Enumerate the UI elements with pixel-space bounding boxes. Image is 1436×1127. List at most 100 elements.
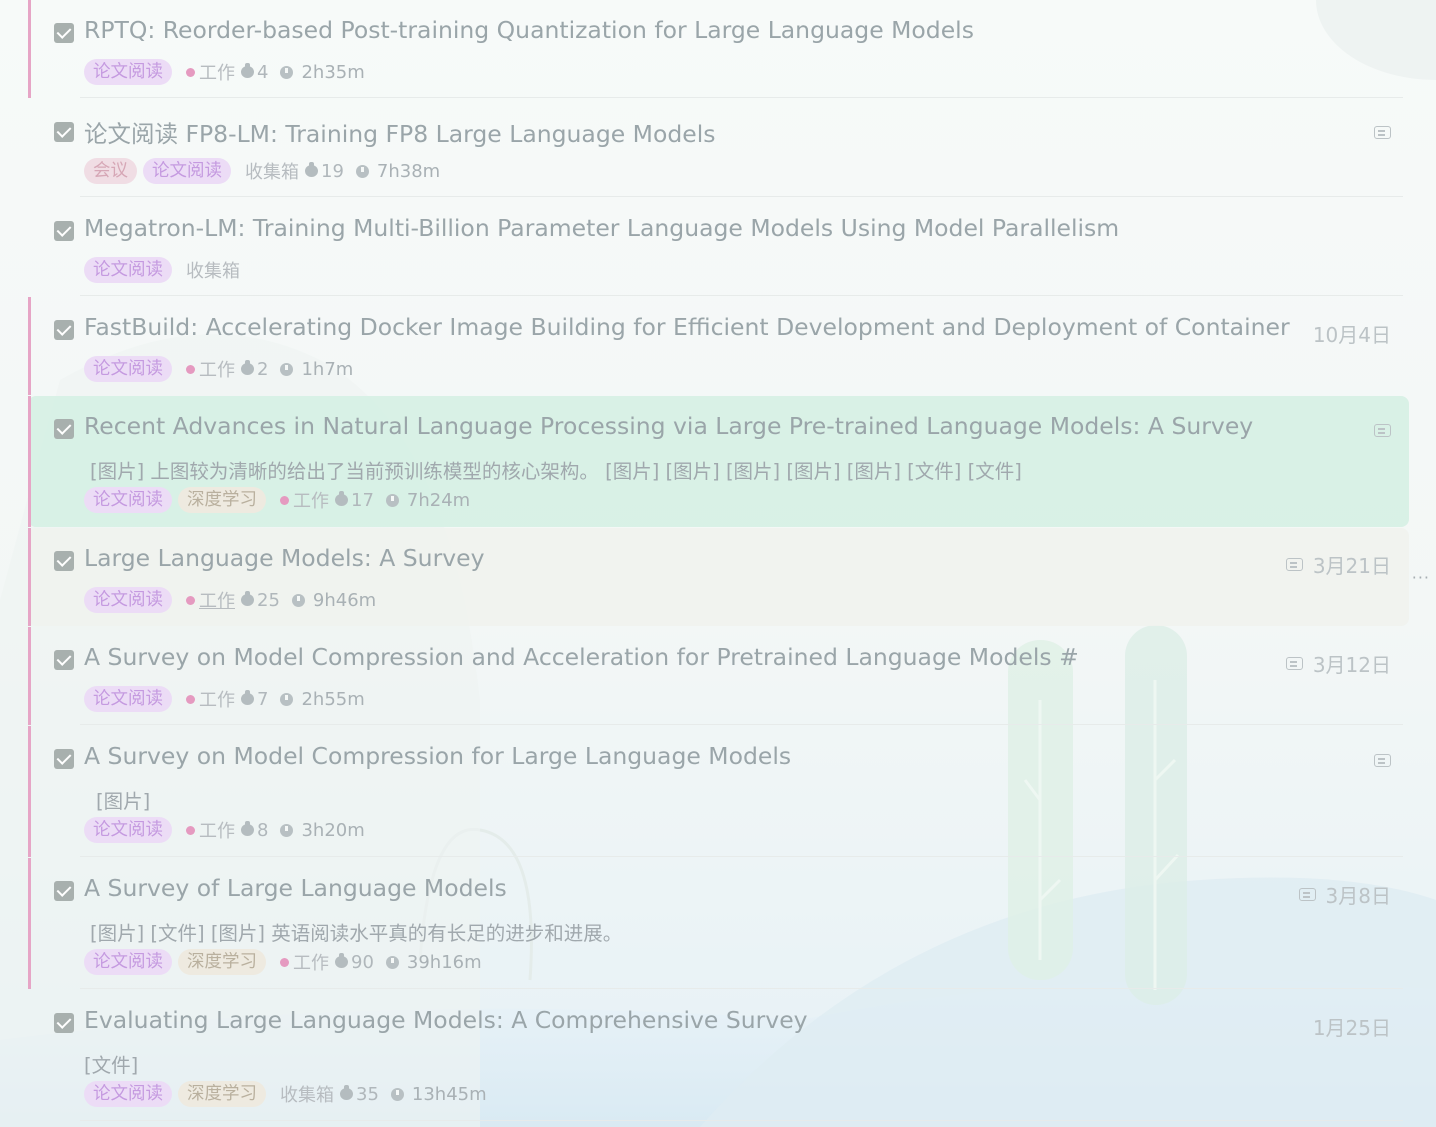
completed-checkbox[interactable]: [54, 1013, 74, 1033]
list-label[interactable]: 工作: [186, 686, 235, 712]
task-title[interactable]: RPTQ: Reorder-based Post-training Quanti…: [84, 16, 974, 44]
focus-duration: 9h46m: [312, 589, 377, 611]
completed-checkbox[interactable]: [54, 23, 74, 43]
list-label[interactable]: 工作: [186, 817, 235, 843]
divider: [80, 196, 1403, 197]
completed-checkbox[interactable]: [54, 749, 74, 769]
due-date[interactable]: 3月21日: [1313, 550, 1391, 579]
tag-chip[interactable]: 论文阅读: [84, 59, 172, 85]
list-label[interactable]: 工作: [186, 59, 235, 85]
task-item[interactable]: A Survey on Model Compression and Accele…: [28, 627, 1409, 725]
task-item[interactable]: RPTQ: Reorder-based Post-training Quanti…: [28, 0, 1409, 98]
task-note: [图片]: [96, 790, 151, 813]
tag-chip[interactable]: 论文阅读: [84, 686, 172, 712]
focus-duration: 7h38m: [376, 160, 441, 182]
list-color-dot: [280, 495, 289, 505]
due-date[interactable]: 10月4日: [1313, 319, 1391, 348]
list-color-dot: [280, 957, 289, 967]
due-date[interactable]: 1月25日: [1313, 1012, 1391, 1041]
task-title[interactable]: Megatron-LM: Training Multi-Billion Para…: [84, 214, 1119, 242]
tag-chip[interactable]: 论文阅读: [84, 1081, 172, 1107]
list-label[interactable]: 工作: [280, 487, 329, 513]
task-item[interactable]: 论文阅读 FP8-LM: Training FP8 Large Language…: [28, 99, 1409, 197]
task-item[interactable]: A Survey of Large Language Models [图片] […: [28, 858, 1409, 989]
pomodoro-count: 7: [257, 688, 269, 710]
task-item[interactable]: Megatron-LM: Training Multi-Billion Para…: [28, 198, 1409, 296]
task-item[interactable]: Evaluating Large Language Models: A Comp…: [28, 990, 1409, 1121]
list-label[interactable]: 工作: [186, 587, 235, 613]
task-title[interactable]: FastBuild: Accelerating Docker Image Bui…: [84, 313, 1290, 341]
timer-icon: [291, 593, 305, 607]
divider: [80, 856, 1403, 857]
list-label[interactable]: 收集箱: [280, 1081, 334, 1107]
task-title[interactable]: Recent Advances in Natural Language Proc…: [84, 412, 1253, 440]
comment-icon[interactable]: [1374, 126, 1391, 139]
completed-checkbox[interactable]: [54, 320, 74, 340]
completed-checkbox[interactable]: [54, 881, 74, 901]
focus-duration: 1h7m: [301, 358, 354, 380]
comment-icon[interactable]: [1374, 424, 1391, 437]
pomodoro-count: 2: [257, 358, 269, 380]
task-title[interactable]: Large Language Models: A Survey: [84, 544, 485, 572]
list-label[interactable]: 收集箱: [245, 158, 299, 184]
comment-icon[interactable]: [1374, 754, 1391, 767]
pomodoro-icon: [335, 491, 348, 506]
completed-checkbox[interactable]: [54, 221, 74, 241]
list-label[interactable]: 收集箱: [186, 257, 240, 283]
due-date[interactable]: 3月12日: [1313, 649, 1391, 678]
divider: [80, 97, 1403, 98]
task-title[interactable]: A Survey on Model Compression and Accele…: [84, 643, 1079, 671]
list-label[interactable]: 工作: [186, 356, 235, 382]
tag-chip[interactable]: 论文阅读: [84, 949, 172, 975]
tag-chip[interactable]: 深度学习: [178, 487, 266, 513]
task-meta: 会议 论文阅读 收集箱 19 7h38m: [84, 157, 440, 185]
list-color-dot: [186, 694, 195, 704]
task-item[interactable]: A Survey on Model Compression for Large …: [28, 726, 1409, 857]
tag-chip[interactable]: 深度学习: [178, 1081, 266, 1107]
timer-icon: [280, 692, 294, 706]
timer-icon: [280, 823, 294, 837]
completed-checkbox[interactable]: [54, 650, 74, 670]
list-label[interactable]: 工作: [280, 949, 329, 975]
task-item-hovered[interactable]: Large Language Models: A Survey 论文阅读 工作 …: [28, 528, 1409, 626]
tag-chip[interactable]: 论文阅读: [84, 817, 172, 843]
task-meta: 论文阅读 工作 8 3h20m: [84, 816, 365, 844]
completed-checkbox[interactable]: [54, 122, 74, 142]
focus-duration: 3h20m: [301, 819, 365, 841]
timer-icon: [385, 493, 399, 507]
task-right-meta: [1374, 424, 1391, 437]
more-options-button[interactable]: ···: [1412, 568, 1430, 587]
comment-icon[interactable]: [1285, 558, 1303, 571]
comment-icon[interactable]: [1285, 657, 1303, 670]
pomodoro-icon: [241, 821, 254, 836]
completed-checkbox[interactable]: [54, 551, 74, 571]
focus-duration: 2h55m: [301, 688, 365, 710]
task-title[interactable]: A Survey of Large Language Models: [84, 874, 507, 902]
task-title[interactable]: 论文阅读 FP8-LM: Training FP8 Large Language…: [84, 115, 715, 149]
task-item[interactable]: FastBuild: Accelerating Docker Image Bui…: [28, 297, 1409, 395]
pomodoro-count: 90: [351, 951, 374, 973]
tag-chip[interactable]: 论文阅读: [84, 356, 172, 382]
list-color-dot: [186, 595, 195, 605]
focus-duration: 7h24m: [406, 489, 471, 511]
tag-chip[interactable]: 论文阅读: [84, 587, 172, 613]
tag-chip[interactable]: 论文阅读: [143, 158, 231, 184]
pomodoro-count: 35: [356, 1083, 379, 1105]
comment-icon[interactable]: [1298, 888, 1316, 901]
tag-chip[interactable]: 会议: [84, 158, 137, 184]
timer-icon: [355, 164, 369, 178]
tag-chip[interactable]: 论文阅读: [84, 257, 172, 283]
task-meta: 论文阅读 工作 25 9h46m: [84, 586, 376, 614]
task-note: [文件]: [84, 1054, 139, 1077]
task-meta: 论文阅读 深度学习 工作 90 39h16m: [84, 948, 482, 976]
task-title[interactable]: Evaluating Large Language Models: A Comp…: [84, 1006, 808, 1034]
task-title[interactable]: A Survey on Model Compression for Large …: [84, 742, 791, 770]
divider: [80, 1120, 1403, 1121]
task-item-selected[interactable]: Recent Advances in Natural Language Proc…: [28, 396, 1409, 527]
pomodoro-count: 17: [351, 489, 374, 511]
due-date[interactable]: 3月8日: [1326, 880, 1391, 909]
tag-chip[interactable]: 论文阅读: [84, 487, 172, 513]
focus-duration: 13h45m: [411, 1083, 487, 1105]
completed-checkbox[interactable]: [54, 419, 74, 439]
tag-chip[interactable]: 深度学习: [178, 949, 266, 975]
